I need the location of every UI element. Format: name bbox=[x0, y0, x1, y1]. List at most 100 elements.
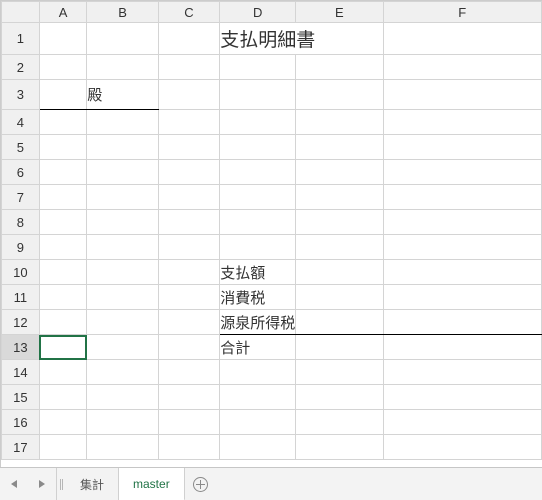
cell-d5[interactable] bbox=[220, 135, 296, 160]
cell-b11[interactable] bbox=[87, 285, 158, 310]
cell-d14[interactable] bbox=[220, 360, 296, 385]
cell-f5[interactable] bbox=[383, 135, 541, 160]
cell-c17[interactable] bbox=[158, 435, 219, 460]
cell-e12[interactable] bbox=[296, 310, 383, 335]
cell-c1[interactable] bbox=[158, 23, 219, 55]
cell-f3[interactable] bbox=[383, 80, 541, 110]
cell-d17[interactable] bbox=[220, 435, 296, 460]
cell-b13[interactable] bbox=[87, 335, 158, 360]
cell-a11[interactable] bbox=[39, 285, 87, 310]
cell-c5[interactable] bbox=[158, 135, 219, 160]
select-all-corner[interactable] bbox=[2, 2, 40, 23]
cell-b7[interactable] bbox=[87, 185, 158, 210]
cell-f2[interactable] bbox=[383, 55, 541, 80]
cell-d6[interactable] bbox=[220, 160, 296, 185]
cell-a16[interactable] bbox=[39, 410, 87, 435]
cell-a6[interactable] bbox=[39, 160, 87, 185]
cell-b2[interactable] bbox=[87, 55, 158, 80]
cell-e13[interactable] bbox=[296, 335, 383, 360]
cell-b16[interactable] bbox=[87, 410, 158, 435]
cell-d3[interactable] bbox=[220, 80, 296, 110]
cell-c4[interactable] bbox=[158, 110, 219, 135]
cell-c16[interactable] bbox=[158, 410, 219, 435]
add-sheet-button[interactable] bbox=[185, 468, 217, 500]
cell-a10[interactable] bbox=[39, 260, 87, 285]
cell-f16[interactable] bbox=[383, 410, 541, 435]
cell-c8[interactable] bbox=[158, 210, 219, 235]
column-header-c[interactable]: C bbox=[158, 2, 219, 23]
cell-c10[interactable] bbox=[158, 260, 219, 285]
nav-prev-icon[interactable] bbox=[11, 480, 17, 488]
cell-c15[interactable] bbox=[158, 385, 219, 410]
cell-b10[interactable] bbox=[87, 260, 158, 285]
tab-split-handle[interactable] bbox=[57, 468, 66, 500]
column-header-e[interactable]: E bbox=[296, 2, 383, 23]
cell-d8[interactable] bbox=[220, 210, 296, 235]
column-header-b[interactable]: B bbox=[87, 2, 158, 23]
cell-c12[interactable] bbox=[158, 310, 219, 335]
cell-e16[interactable] bbox=[296, 410, 383, 435]
cell-a15[interactable] bbox=[39, 385, 87, 410]
cell-f4[interactable] bbox=[383, 110, 541, 135]
row-header-4[interactable]: 4 bbox=[2, 110, 40, 135]
cell-a13[interactable] bbox=[39, 335, 87, 360]
cell-a7[interactable] bbox=[39, 185, 87, 210]
cell-a8[interactable] bbox=[39, 210, 87, 235]
cell-c3[interactable] bbox=[158, 80, 219, 110]
cell-b15[interactable] bbox=[87, 385, 158, 410]
cell-a14[interactable] bbox=[39, 360, 87, 385]
row-header-6[interactable]: 6 bbox=[2, 160, 40, 185]
cell-e2[interactable] bbox=[296, 55, 383, 80]
cell-d16[interactable] bbox=[220, 410, 296, 435]
cell-a2[interactable] bbox=[39, 55, 87, 80]
cell-c7[interactable] bbox=[158, 185, 219, 210]
cell-c9[interactable] bbox=[158, 235, 219, 260]
row-header-2[interactable]: 2 bbox=[2, 55, 40, 80]
cell-e7[interactable] bbox=[296, 185, 383, 210]
cell-b5[interactable] bbox=[87, 135, 158, 160]
row-header-14[interactable]: 14 bbox=[2, 360, 40, 385]
cell-d15[interactable] bbox=[220, 385, 296, 410]
row-header-8[interactable]: 8 bbox=[2, 210, 40, 235]
cell-f12[interactable] bbox=[383, 310, 541, 335]
cell-a1[interactable] bbox=[39, 23, 87, 55]
cell-c2[interactable] bbox=[158, 55, 219, 80]
cell-e5[interactable] bbox=[296, 135, 383, 160]
cell-f1[interactable] bbox=[383, 23, 541, 55]
cell-f6[interactable] bbox=[383, 160, 541, 185]
row-header-3[interactable]: 3 bbox=[2, 80, 40, 110]
nav-next-icon[interactable] bbox=[39, 480, 45, 488]
cell-a4[interactable] bbox=[39, 110, 87, 135]
spreadsheet-grid[interactable]: A B C D E F 1 支払明細書 2 3 殿 bbox=[0, 0, 542, 467]
row-header-15[interactable]: 15 bbox=[2, 385, 40, 410]
cell-d11[interactable]: 消費税 bbox=[220, 285, 296, 310]
cell-b1[interactable] bbox=[87, 23, 158, 55]
cell-f8[interactable] bbox=[383, 210, 541, 235]
cell-f7[interactable] bbox=[383, 185, 541, 210]
row-header-7[interactable]: 7 bbox=[2, 185, 40, 210]
cell-f15[interactable] bbox=[383, 385, 541, 410]
cell-e4[interactable] bbox=[296, 110, 383, 135]
cell-f17[interactable] bbox=[383, 435, 541, 460]
cell-d7[interactable] bbox=[220, 185, 296, 210]
cell-b3[interactable]: 殿 bbox=[87, 80, 158, 110]
cell-b9[interactable] bbox=[87, 235, 158, 260]
cell-e14[interactable] bbox=[296, 360, 383, 385]
cell-f10[interactable] bbox=[383, 260, 541, 285]
cell-d1[interactable]: 支払明細書 bbox=[220, 23, 383, 55]
cell-c13[interactable] bbox=[158, 335, 219, 360]
row-header-13[interactable]: 13 bbox=[2, 335, 40, 360]
cell-a3[interactable] bbox=[39, 80, 87, 110]
cell-c14[interactable] bbox=[158, 360, 219, 385]
sheet-tab-1[interactable]: 集計 bbox=[66, 468, 119, 500]
row-header-11[interactable]: 11 bbox=[2, 285, 40, 310]
cell-b14[interactable] bbox=[87, 360, 158, 385]
cell-b8[interactable] bbox=[87, 210, 158, 235]
cell-a5[interactable] bbox=[39, 135, 87, 160]
row-header-9[interactable]: 9 bbox=[2, 235, 40, 260]
cell-d12[interactable]: 源泉所得税 bbox=[220, 310, 296, 335]
cell-d10[interactable]: 支払額 bbox=[220, 260, 296, 285]
row-header-1[interactable]: 1 bbox=[2, 23, 40, 55]
cell-d4[interactable] bbox=[220, 110, 296, 135]
cell-a17[interactable] bbox=[39, 435, 87, 460]
